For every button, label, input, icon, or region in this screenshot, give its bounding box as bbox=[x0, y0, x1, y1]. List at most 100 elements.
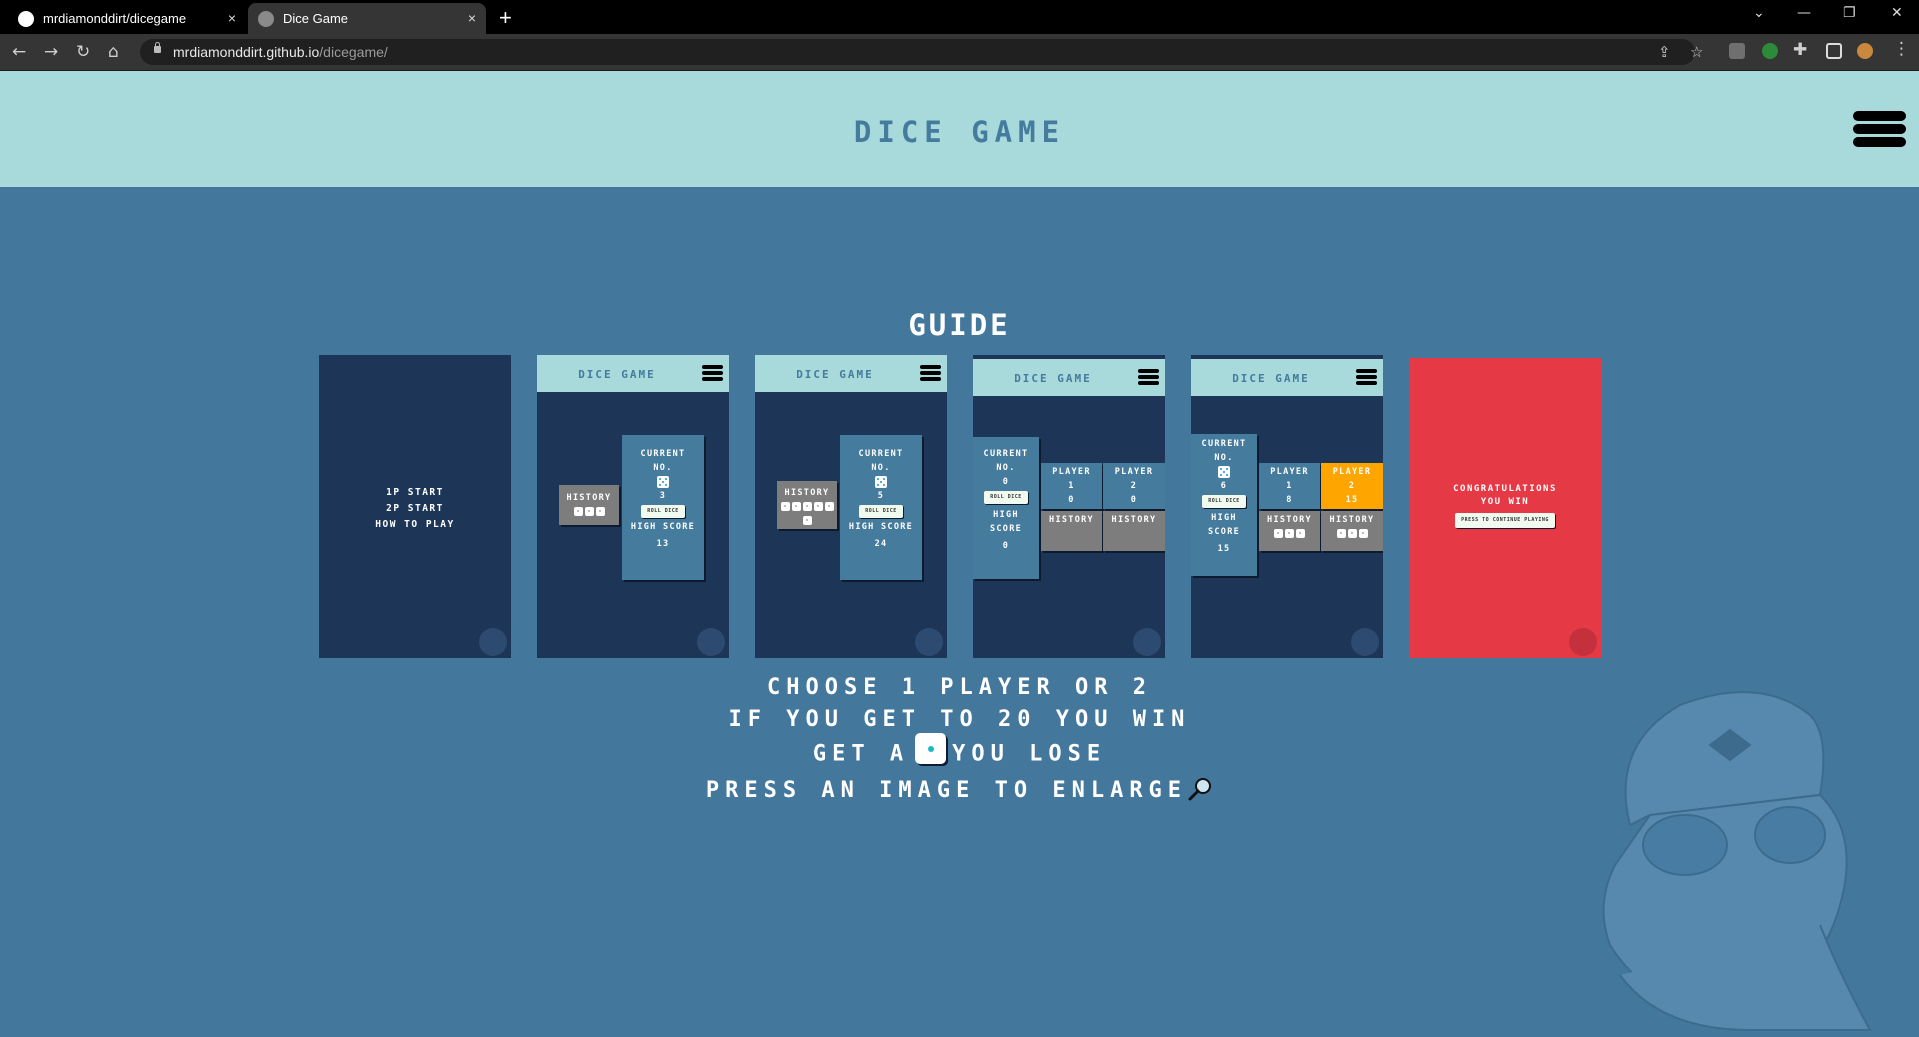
current-label: NO. bbox=[996, 463, 1016, 473]
guide-image-single-player[interactable]: DICE GAME HISTORY CURRENT NO. 3 ROLL DIC… bbox=[537, 355, 729, 658]
dice-icon bbox=[573, 507, 583, 516]
history-panel: HISTORY bbox=[1259, 511, 1320, 551]
tab-search-icon[interactable]: ⌄ bbox=[1753, 5, 1765, 21]
instruction-line: CHOOSE 1 PLAYER OR 2 bbox=[767, 675, 1152, 700]
current-panel: CURRENT NO. 0 ROLL DICE HIGH SCORE 0 bbox=[973, 437, 1039, 579]
dice-icon bbox=[1358, 529, 1368, 538]
player2-panel-active: PLAYER 2 15 bbox=[1321, 463, 1383, 509]
mini-title: DICE GAME bbox=[578, 368, 656, 381]
current-label: CURRENT bbox=[858, 449, 904, 459]
share-icon[interactable]: ⇪ bbox=[1658, 43, 1671, 61]
bookmark-star-icon[interactable]: ☆ bbox=[1690, 43, 1703, 61]
instruction-text: YOU LOSE bbox=[952, 741, 1107, 767]
globe-icon bbox=[258, 10, 274, 27]
extension-icon[interactable] bbox=[1729, 43, 1745, 59]
sidepanel-icon[interactable] bbox=[1826, 43, 1842, 59]
win-message: CONGRATULATIONS YOU WIN PRESS TO CONTINU… bbox=[1409, 483, 1601, 528]
restore-button[interactable]: ❐ bbox=[1843, 5, 1856, 21]
mini-header: DICE GAME bbox=[1191, 359, 1383, 396]
player-score: 0 bbox=[1068, 495, 1075, 505]
roll-dice-button: ROLL DICE bbox=[859, 505, 903, 518]
menu-how-to-play: HOW TO PLAY bbox=[375, 519, 455, 530]
page-title: DICE GAME bbox=[853, 115, 1066, 149]
high-score-label: SCORE bbox=[1207, 527, 1241, 537]
high-score-label: HIGH SCORE bbox=[848, 522, 914, 532]
history-label: HISTORY bbox=[1329, 515, 1375, 525]
history-panel: HISTORY bbox=[1321, 511, 1383, 551]
magnifier-icon bbox=[1188, 778, 1212, 801]
player-label: PLAYER bbox=[1114, 467, 1154, 477]
github-icon bbox=[18, 10, 34, 27]
dice-icon bbox=[802, 516, 812, 525]
player-number: 1 bbox=[1286, 481, 1293, 491]
back-icon[interactable]: ← bbox=[12, 42, 26, 62]
close-icon[interactable]: × bbox=[468, 10, 476, 26]
more-menu-icon[interactable]: ⋮ bbox=[1893, 39, 1910, 59]
high-score-label: SCORE bbox=[989, 524, 1023, 534]
high-score-value: 24 bbox=[874, 539, 888, 549]
dice-icon bbox=[1347, 529, 1357, 538]
home-icon[interactable]: ⌂ bbox=[108, 42, 119, 62]
current-label: NO. bbox=[1214, 453, 1234, 463]
player-number: 2 bbox=[1130, 481, 1138, 491]
reload-icon[interactable]: ↻ bbox=[76, 42, 90, 62]
high-score-label: HIGH bbox=[1211, 513, 1237, 523]
dice-icon bbox=[875, 475, 887, 488]
dice-icon bbox=[915, 733, 947, 764]
guide-image-start-menu[interactable]: 1P START 2P START HOW TO PLAY bbox=[319, 355, 511, 658]
player2-panel: PLAYER 2 0 bbox=[1103, 463, 1165, 509]
player1-panel: PLAYER 1 8 bbox=[1259, 463, 1320, 509]
dice-icon bbox=[1336, 529, 1346, 538]
history-panel: HISTORY bbox=[559, 485, 619, 525]
window-close-button[interactable]: ✕ bbox=[1891, 5, 1903, 21]
menu-1p-start: 1P START bbox=[386, 487, 444, 498]
current-value: 5 bbox=[877, 491, 885, 501]
mascot-icon bbox=[915, 628, 943, 656]
hamburger-menu-icon bbox=[1356, 369, 1377, 387]
guide-image-win-screen[interactable]: CONGRATULATIONS YOU WIN PRESS TO CONTINU… bbox=[1409, 358, 1601, 658]
dice-icon bbox=[584, 507, 594, 516]
new-tab-button[interactable]: + bbox=[499, 5, 512, 31]
history-label: HISTORY bbox=[566, 493, 612, 503]
profile-avatar[interactable] bbox=[1857, 43, 1873, 59]
forward-icon[interactable]: → bbox=[44, 42, 58, 62]
current-value: 0 bbox=[1002, 477, 1010, 487]
guide-image-single-player-history[interactable]: DICE GAME HISTORY CURRENT NO. 5 ROLL DIC… bbox=[755, 355, 947, 658]
mini-header: DICE GAME bbox=[973, 359, 1165, 396]
high-score-label: HIGH bbox=[993, 510, 1019, 520]
hamburger-menu-icon bbox=[1138, 369, 1159, 387]
tab-github[interactable]: mrdiamonddirt/dicegame × bbox=[8, 3, 246, 34]
player-number: 1 bbox=[1068, 481, 1075, 491]
roll-dice-button: ROLL DICE bbox=[984, 491, 1028, 504]
high-score-label: HIGH SCORE bbox=[630, 522, 696, 532]
hamburger-menu-icon bbox=[920, 365, 941, 383]
current-label: CURRENT bbox=[1201, 439, 1247, 449]
minimize-button[interactable]: — bbox=[1797, 5, 1811, 21]
roll-dice-button: ROLL DICE bbox=[641, 505, 685, 518]
close-icon[interactable]: × bbox=[228, 10, 236, 26]
current-value: 3 bbox=[659, 491, 667, 501]
current-panel: CURRENT NO. 5 ROLL DICE HIGH SCORE 24 bbox=[840, 435, 922, 580]
dice-icon bbox=[657, 475, 669, 488]
address-bar[interactable]: mrdiamonddirt.github.io/dicegame/ ⇪ ☆ bbox=[140, 39, 1703, 65]
browser-toolbar: ← → ↻ ⌂ mrdiamonddirt.github.io/dicegame… bbox=[0, 34, 1919, 71]
guide-title: GUIDE bbox=[908, 308, 1011, 342]
history-label: HISTORY bbox=[1267, 515, 1312, 525]
extensions-puzzle-icon[interactable]: ✚ bbox=[1793, 40, 1807, 60]
tab-title: mrdiamonddirt/dicegame bbox=[43, 11, 187, 26]
start-menu-options: 1P START 2P START HOW TO PLAY bbox=[319, 485, 511, 533]
extension-icon[interactable] bbox=[1762, 43, 1778, 59]
dice-icon bbox=[1274, 529, 1283, 538]
guide-image-two-player-progress[interactable]: DICE GAME CURRENT NO. 6 ROLL DICE HIGH S… bbox=[1191, 355, 1383, 658]
menu-2p-start: 2P START bbox=[386, 503, 444, 514]
roll-dice-button: ROLL DICE bbox=[1202, 495, 1246, 508]
guide-image-two-player[interactable]: DICE GAME CURRENT NO. 0 ROLL DICE HIGH S… bbox=[973, 355, 1165, 658]
instruction-line: GET A YOU LOSE bbox=[0, 733, 1919, 770]
hamburger-menu-icon[interactable] bbox=[1853, 111, 1906, 155]
dice-icon bbox=[1296, 529, 1305, 538]
player-score: 0 bbox=[1130, 495, 1138, 505]
tab-dice-game[interactable]: Dice Game × bbox=[248, 3, 486, 34]
current-label: NO. bbox=[653, 463, 673, 473]
mascot-icon bbox=[479, 628, 507, 656]
continue-button: PRESS TO CONTINUE PLAYING bbox=[1455, 513, 1555, 528]
